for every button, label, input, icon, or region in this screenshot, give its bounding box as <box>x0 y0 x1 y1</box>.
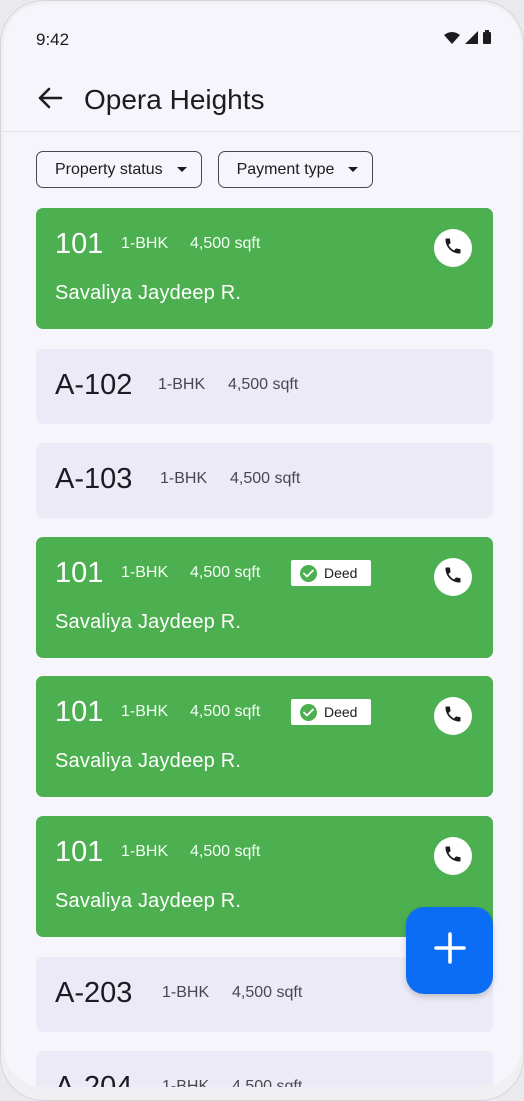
unit-type: 1-BHK <box>121 235 169 252</box>
filter-label: Property status <box>55 160 163 178</box>
status-bar: 9:42 <box>4 4 521 74</box>
unit-area: 4,500 sqft <box>190 703 261 720</box>
call-button[interactable] <box>434 697 472 735</box>
app-screen: 9:42 Opera Heights Property status Payme… <box>4 4 521 1087</box>
unit-area: 4,500 sqft <box>190 564 261 581</box>
plus-icon <box>433 931 467 970</box>
check-circle-icon <box>300 703 317 721</box>
phone-frame: 9:42 Opera Heights Property status Payme… <box>0 0 524 1101</box>
unit-number: A-103 <box>55 463 133 495</box>
status-icons <box>444 30 491 49</box>
unit-type: 1-BHK <box>121 703 169 720</box>
unit-card[interactable]: 101 1-BHK 4,500 sqft Deed Savaliya Jayde… <box>36 676 493 797</box>
owner-name: Savaliya Jaydeep R. <box>55 890 242 912</box>
unit-type: 1-BHK <box>160 470 208 487</box>
status-time: 9:42 <box>36 30 70 49</box>
deed-badge: Deed <box>291 699 371 725</box>
unit-type: 1-BHK <box>121 564 169 581</box>
phone-icon <box>443 236 463 261</box>
check-circle-icon <box>300 564 317 582</box>
filter-bar: Property status Payment type <box>36 151 374 188</box>
unit-card[interactable]: 101 1-BHK 4,500 sqft Deed Savaliya Jayde… <box>36 537 493 658</box>
unit-number: A-203 <box>55 977 133 1009</box>
back-button[interactable] <box>32 82 68 118</box>
deed-badge: Deed <box>291 560 371 586</box>
add-unit-button[interactable] <box>406 907 493 994</box>
call-button[interactable] <box>434 837 472 875</box>
owner-name: Savaliya Jaydeep R. <box>55 282 242 304</box>
phone-icon <box>443 844 463 869</box>
unit-number: 101 <box>55 836 104 868</box>
unit-card[interactable]: A-204 1-BHK 4,500 sqft <box>36 1051 493 1087</box>
phone-icon <box>443 565 463 590</box>
owner-name: Savaliya Jaydeep R. <box>55 750 242 772</box>
caret-down-icon <box>176 167 187 172</box>
app-bar: Opera Heights <box>4 74 521 132</box>
unit-number: A-102 <box>55 369 133 401</box>
unit-card[interactable]: 101 1-BHK 4,500 sqft Savaliya Jaydeep R. <box>36 208 493 329</box>
unit-type: 1-BHK <box>121 843 169 860</box>
unit-type: 1-BHK <box>158 376 206 393</box>
unit-area: 4,500 sqft <box>230 470 301 487</box>
unit-card[interactable]: A-102 1-BHK 4,500 sqft <box>36 349 493 424</box>
payment-type-filter[interactable]: Payment type <box>217 151 374 188</box>
unit-area: 4,500 sqft <box>232 1078 303 1087</box>
unit-area: 4,500 sqft <box>190 843 261 860</box>
unit-number: 101 <box>55 557 104 589</box>
arrow-left-icon <box>37 86 63 115</box>
deed-label: Deed <box>324 565 358 581</box>
page-title: Opera Heights <box>84 84 265 115</box>
property-status-filter[interactable]: Property status <box>36 151 202 188</box>
owner-name: Savaliya Jaydeep R. <box>55 611 242 633</box>
deed-label: Deed <box>324 704 358 720</box>
unit-number: 101 <box>55 228 104 260</box>
unit-card[interactable]: A-103 1-BHK 4,500 sqft <box>36 443 493 518</box>
unit-number: 101 <box>55 696 104 728</box>
call-button[interactable] <box>434 558 472 596</box>
unit-area: 4,500 sqft <box>232 984 303 1001</box>
unit-area: 4,500 sqft <box>190 235 261 252</box>
phone-icon <box>443 704 463 729</box>
unit-number: A-204 <box>55 1071 133 1087</box>
filter-label: Payment type <box>236 160 335 178</box>
signal-icon <box>465 30 478 49</box>
battery-icon <box>483 30 491 49</box>
unit-area: 4,500 sqft <box>228 376 299 393</box>
unit-type: 1-BHK <box>162 984 210 1001</box>
wifi-icon <box>444 31 460 49</box>
unit-type: 1-BHK <box>162 1078 210 1087</box>
caret-down-icon <box>348 167 359 172</box>
call-button[interactable] <box>434 229 472 267</box>
